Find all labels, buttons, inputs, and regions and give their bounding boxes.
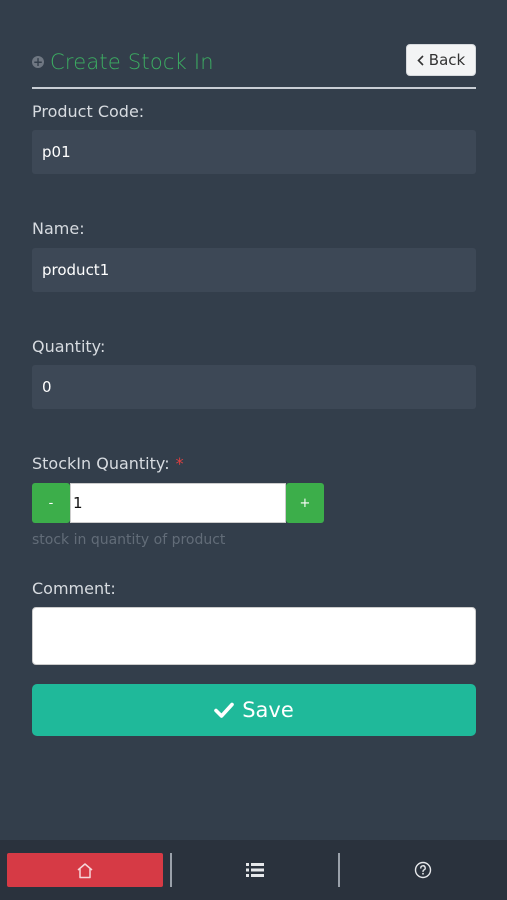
- nav-home[interactable]: [7, 853, 163, 887]
- bottom-nav: [0, 840, 507, 900]
- page-title: Create Stock In: [50, 50, 214, 74]
- comment-label: Comment:: [32, 579, 116, 598]
- home-icon: [77, 862, 93, 878]
- nav-list[interactable]: [172, 840, 338, 900]
- save-button-label: Save: [242, 698, 294, 722]
- help-circle-icon: [414, 861, 432, 879]
- list-icon: [246, 863, 264, 877]
- back-button[interactable]: Back: [406, 44, 476, 76]
- quantity-field[interactable]: 0: [32, 365, 476, 409]
- chevron-left-icon: [417, 54, 424, 66]
- product-code-field[interactable]: p01: [32, 130, 476, 174]
- product-code-label: Product Code:: [32, 102, 145, 121]
- check-icon: [214, 702, 235, 718]
- back-button-label: Back: [428, 51, 466, 69]
- quantity-label: Quantity:: [32, 337, 106, 356]
- save-button[interactable]: Save: [32, 684, 476, 736]
- name-label: Name:: [32, 219, 85, 238]
- increment-button[interactable]: +: [286, 483, 324, 523]
- decrement-button[interactable]: -: [32, 483, 70, 523]
- page-title-group: + Create Stock In: [32, 50, 214, 74]
- comment-field[interactable]: [32, 607, 476, 665]
- quantity-stepper: - 1 +: [32, 483, 324, 523]
- plus-circle-icon: +: [32, 55, 44, 69]
- name-field[interactable]: product1: [32, 248, 476, 292]
- nav-help[interactable]: [340, 840, 506, 900]
- page-header: + Create Stock In Back: [32, 44, 476, 89]
- required-mark: *: [175, 454, 184, 473]
- stockin-quantity-input[interactable]: 1: [70, 483, 286, 523]
- stockin-quantity-label-text: StockIn Quantity:: [32, 454, 170, 473]
- stockin-quantity-label: StockIn Quantity: *: [32, 454, 184, 473]
- stockin-quantity-help: stock in quantity of product: [32, 532, 226, 548]
